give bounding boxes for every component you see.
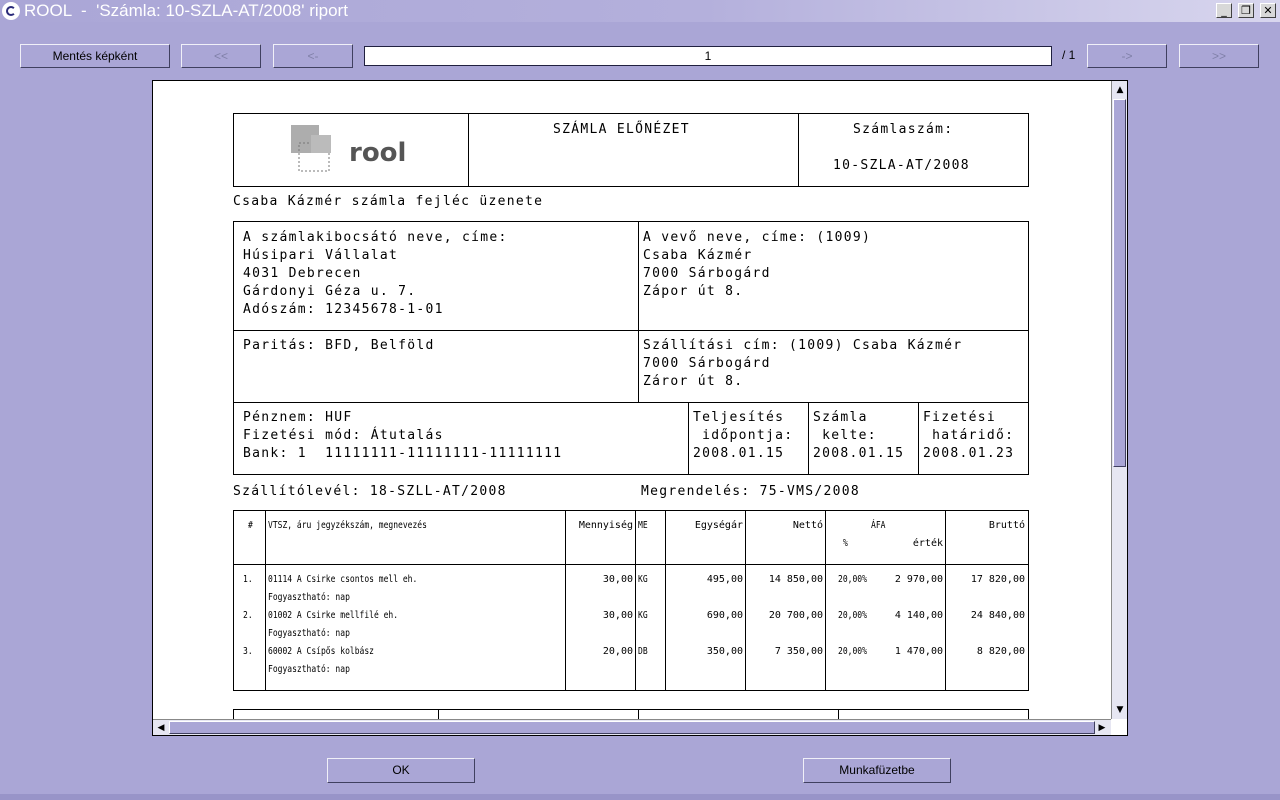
col-unit-price: Egységár [694, 520, 743, 531]
scroll-right-icon[interactable]: ▶ [1095, 721, 1109, 735]
col-unit: ME [638, 520, 648, 531]
fulfil-label-2: időpontja: [693, 428, 794, 443]
rool-logo-icon: rool [291, 125, 406, 172]
next-page-button[interactable]: -> [1087, 44, 1167, 68]
row-vat: 2 970,00 [894, 574, 943, 585]
to-workbook-button[interactable]: Munkafüzetbe [803, 758, 951, 783]
buyer-city: 7000 Sárbogárd [643, 266, 771, 281]
save-as-image-button[interactable]: Mentés képként [20, 44, 170, 68]
col-vat: ÁFA [871, 520, 886, 531]
row-num: 2. [243, 610, 253, 621]
row-note: Fogyasztható: nap [268, 628, 350, 639]
row-qty: 30,00 [602, 610, 633, 621]
issuer-name: Húsipari Vállalat [243, 248, 399, 263]
col-desc: VTSZ, áru jegyzékszám, megnevezés [268, 520, 427, 531]
order-number: Megrendelés: 75-VMS/2008 [641, 484, 861, 499]
last-page-button[interactable]: >> [1179, 44, 1259, 68]
due-label: Fizetési [923, 410, 997, 425]
row-net: 14 850,00 [768, 574, 823, 585]
bank: Bank: 1 11111111-11111111-11111111 [243, 446, 563, 461]
prev-page-button[interactable]: <- [273, 44, 353, 68]
row-vat: 4 140,00 [894, 610, 943, 621]
issuer-street: Gárdonyi Géza u. 7. [243, 284, 417, 299]
row-unit: KG [638, 610, 648, 621]
header-message: Csaba Kázmér számla fejléc üzenete [233, 194, 544, 209]
shipping-city: 7000 Sárbogárd [643, 356, 771, 371]
scroll-left-icon[interactable]: ◀ [154, 721, 168, 735]
issued-label: Számla [813, 410, 868, 425]
report-viewer[interactable]: rool SZÁMLA ELŐNÉZET Számlaszám: 10-SZLA… [152, 80, 1128, 736]
buyer-label: A vevő neve, címe: (1009) [643, 230, 872, 245]
row-gross: 24 840,00 [970, 610, 1025, 621]
row-num: 3. [243, 646, 253, 657]
parity: Paritás: BFD, Belföld [243, 338, 435, 353]
issuer-city: 4031 Debrecen [243, 266, 362, 281]
row-desc: 60002 A Csípős kolbász [268, 646, 374, 657]
col-vat-val: érték [912, 538, 943, 549]
vertical-scroll-thumb[interactable] [1113, 99, 1126, 467]
row-net: 20 700,00 [768, 610, 823, 621]
row-vat-pct: 20,00% [838, 574, 867, 585]
buyer-street: Zápor út 8. [643, 284, 744, 299]
invoice-document: rool SZÁMLA ELŐNÉZET Számlaszám: 10-SZLA… [153, 81, 1111, 729]
issuer-label: A számlakibocsátó neve, címe: [243, 230, 508, 245]
row-vat: 1 470,00 [894, 646, 943, 657]
row-price: 495,00 [706, 574, 743, 585]
payment-method: Fizetési mód: Átutalás [243, 428, 444, 443]
restore-button[interactable]: ❐ [1238, 3, 1254, 18]
row-vat-pct: 20,00% [838, 646, 867, 657]
col-qty: Mennyiség [578, 520, 633, 531]
title-bar: ROOL - 'Számla: 10-SZLA-AT/2008' riport … [0, 0, 1280, 22]
vertical-scrollbar[interactable]: ▲ ▼ [1111, 81, 1127, 719]
row-note: Fogyasztható: nap [268, 664, 350, 675]
page-number-input[interactable]: 1 [364, 46, 1052, 66]
shipping-label: Szállítási cím: (1009) Csaba Kázmér [643, 338, 963, 353]
close-button[interactable]: ✕ [1260, 3, 1276, 18]
row-unit: DB [638, 646, 648, 657]
scroll-down-icon[interactable]: ▼ [1113, 703, 1127, 717]
row-desc: 01114 A Csirke csontos mell eh. [268, 574, 418, 585]
row-num: 1. [243, 574, 253, 585]
issued-date: 2008.01.15 [813, 446, 905, 461]
horizontal-scrollbar[interactable]: ◀ ▶ [153, 719, 1111, 735]
currency: Pénznem: HUF [243, 410, 353, 425]
col-net: Nettó [792, 520, 823, 531]
logo-text: rool [349, 138, 406, 168]
row-gross: 8 820,00 [976, 646, 1025, 657]
minimize-button[interactable]: _ [1216, 3, 1232, 18]
bottom-border [0, 794, 1280, 800]
row-unit: KG [638, 574, 648, 585]
row-net: 7 350,00 [774, 646, 823, 657]
app-icon[interactable] [2, 2, 20, 20]
col-num: # [248, 520, 253, 531]
issued-label-2: kelte: [813, 428, 877, 443]
invoice-title: SZÁMLA ELŐNÉZET [553, 122, 690, 137]
first-page-button[interactable]: << [181, 44, 261, 68]
due-date: 2008.01.23 [923, 446, 1015, 461]
horizontal-scroll-thumb[interactable] [169, 721, 1095, 734]
ok-button[interactable]: OK [327, 758, 475, 783]
issuer-tax: Adószám: 12345678-1-01 [243, 302, 444, 317]
delivery-note: Szállítólevél: 18-SZLL-AT/2008 [233, 484, 507, 499]
row-price: 350,00 [706, 646, 743, 657]
row-qty: 20,00 [602, 646, 633, 657]
row-gross: 17 820,00 [970, 574, 1025, 585]
invoice-number-label: Számlaszám: [853, 122, 954, 137]
fulfil-date: 2008.01.15 [693, 446, 785, 461]
row-qty: 30,00 [602, 574, 633, 585]
page-total: / 1 [1062, 48, 1076, 62]
invoice-number: 10-SZLA-AT/2008 [833, 158, 970, 173]
window-title: ROOL - 'Számla: 10-SZLA-AT/2008' riport [24, 1, 348, 20]
row-note: Fogyasztható: nap [268, 592, 350, 603]
row-vat-pct: 20,00% [838, 610, 867, 621]
row-price: 690,00 [706, 610, 743, 621]
scroll-up-icon[interactable]: ▲ [1113, 83, 1127, 97]
col-gross: Bruttó [988, 520, 1025, 531]
col-vat-pct: % [843, 538, 848, 549]
row-desc: 01002 A Csirke mellfilé eh. [268, 610, 399, 621]
due-label-2: határidő: [923, 428, 1015, 443]
shipping-street: Záror út 8. [643, 374, 744, 389]
buyer-name: Csaba Kázmér [643, 248, 753, 263]
fulfil-label: Teljesítés [693, 410, 785, 425]
